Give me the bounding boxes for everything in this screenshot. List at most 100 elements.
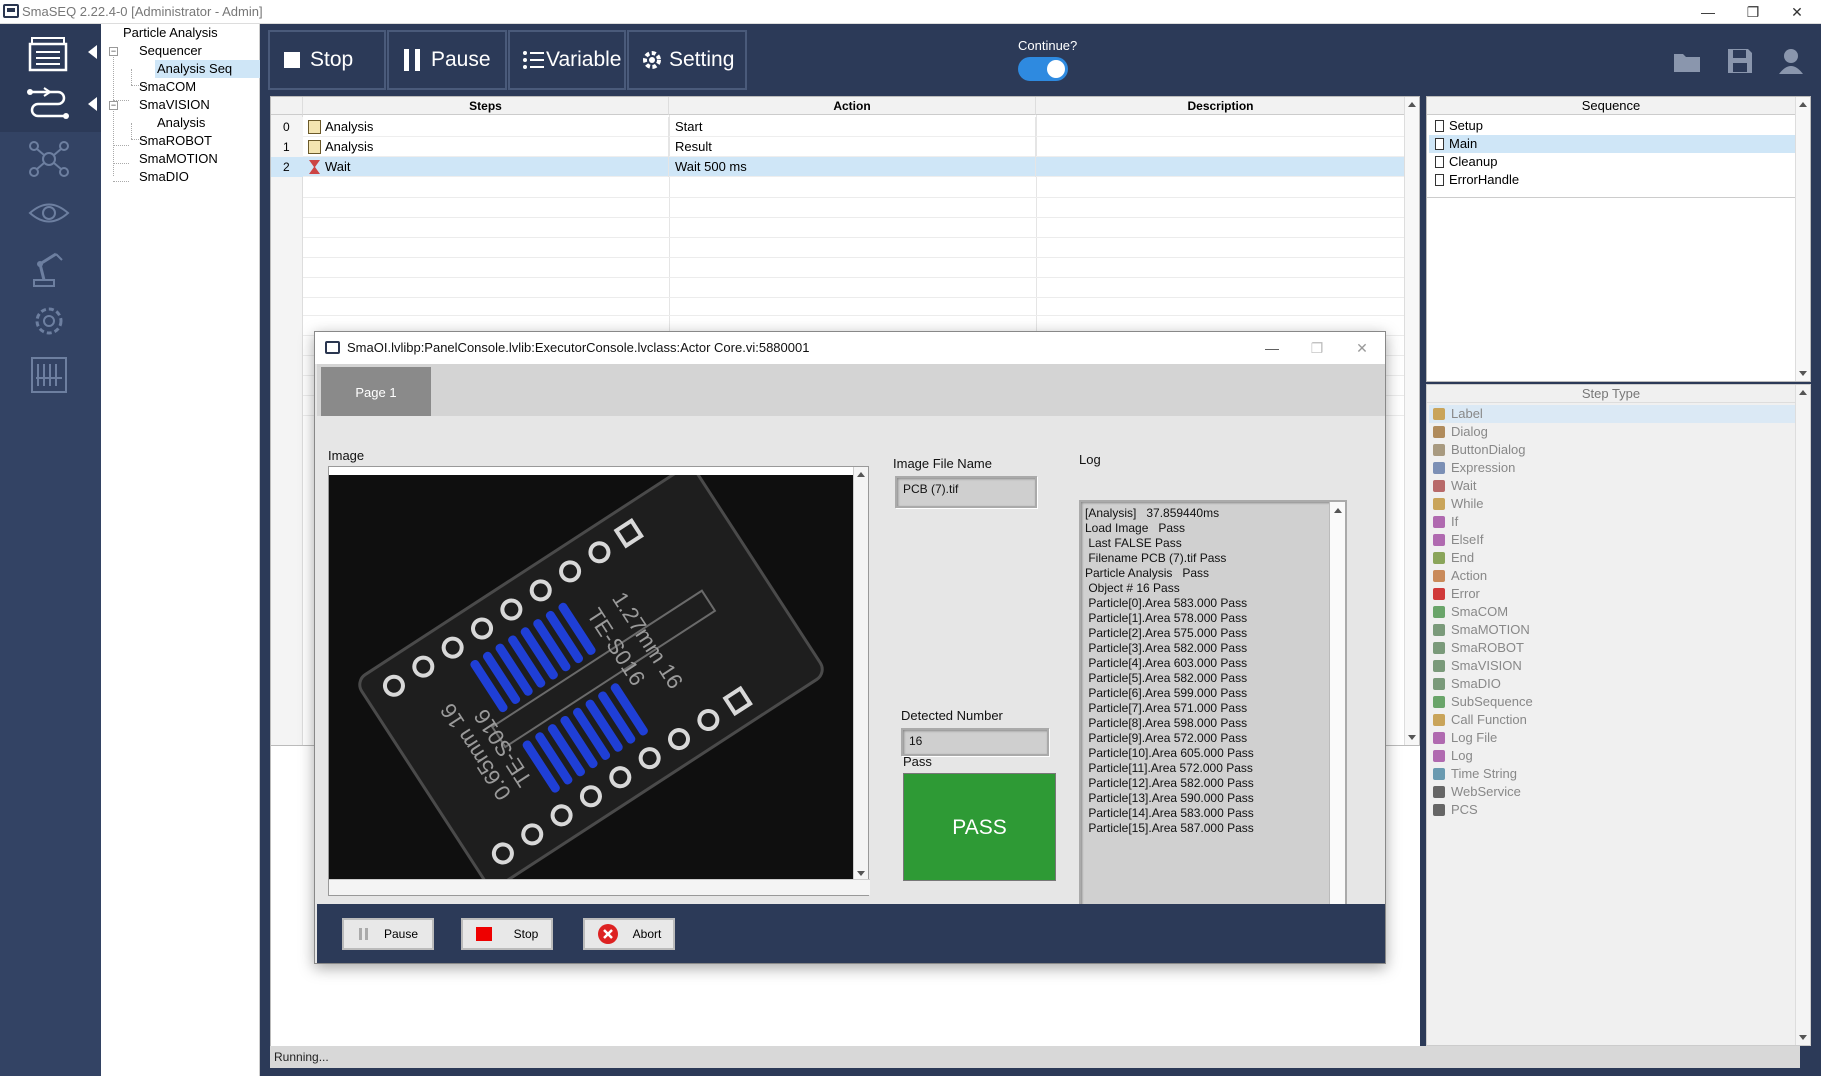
dialog-pause-button[interactable]: Pause	[342, 918, 434, 950]
col-header-steps[interactable]: Steps	[303, 97, 669, 115]
sequence-scrollbar[interactable]	[1795, 97, 1810, 381]
step-type-action[interactable]: Action	[1429, 567, 1795, 585]
network-icon[interactable]	[24, 136, 74, 182]
step-type-while[interactable]: While	[1429, 495, 1795, 513]
tree-node-smacom[interactable]: SmaCOM	[139, 78, 196, 96]
dialog-close-button[interactable]: ✕	[1347, 338, 1377, 358]
log-line: Particle[3].Area 582.000 Pass	[1085, 641, 1248, 655]
dialog-body: Image 1.27mm 16 TE-S016 0.65mm 16 TE-S01…	[317, 416, 1385, 936]
sequence-item-setup[interactable]: Setup	[1429, 117, 1795, 135]
save-icon[interactable]	[1725, 46, 1755, 76]
step-type-smamotion[interactable]: SmaMOTION	[1429, 621, 1795, 639]
dio-board-icon[interactable]	[24, 352, 74, 398]
robot-arm-icon[interactable]	[24, 244, 74, 290]
step-type-icon	[1433, 750, 1445, 762]
image-display[interactable]: 1.27mm 16 TE-S016 0.65mm 16 TE-S016	[328, 466, 870, 896]
log-line: Object # 16 Pass	[1085, 581, 1180, 595]
step-type-end[interactable]: End	[1429, 549, 1795, 567]
restore-button[interactable]: ❐	[1733, 2, 1773, 22]
log-line: Particle[0].Area 583.000 Pass	[1085, 596, 1248, 610]
close-button[interactable]: ✕	[1777, 2, 1817, 22]
pause-button[interactable]: Pause	[387, 30, 507, 90]
step-type-log[interactable]: Log	[1429, 747, 1795, 765]
step-type-dialog[interactable]: Dialog	[1429, 423, 1795, 441]
table-row[interactable]: Analysis Start	[303, 117, 1406, 137]
step-type-expression[interactable]: Expression	[1429, 459, 1795, 477]
step-type-icon	[1433, 480, 1445, 492]
step-type-if[interactable]: If	[1429, 513, 1795, 531]
sequence-flow-icon[interactable]	[24, 82, 74, 128]
stop-button[interactable]: Stop	[268, 30, 386, 90]
log-line: Load Image Pass	[1085, 521, 1186, 535]
step-type-label[interactable]: Label	[1429, 405, 1795, 423]
app-icon	[325, 341, 340, 354]
sequence-item-cleanup[interactable]: Cleanup	[1429, 153, 1795, 171]
step-type-smarobot[interactable]: SmaROBOT	[1429, 639, 1795, 657]
executor-console-dialog: SmaOI.lvlibp:PanelConsole.lvlib:Executor…	[314, 331, 1386, 964]
user-icon[interactable]	[1776, 46, 1806, 76]
col-header-description[interactable]: Description	[1036, 97, 1406, 115]
collapse-icon[interactable]: −	[109, 101, 118, 110]
dialog-maximize-button[interactable]: ❐	[1302, 338, 1332, 358]
image-vertical-scrollbar[interactable]	[853, 467, 868, 881]
row-number: 1	[271, 137, 303, 157]
tree-node-smarobot[interactable]: SmaROBOT	[139, 132, 212, 150]
step-type-pcs[interactable]: PCS	[1429, 801, 1795, 819]
steps-scrollbar[interactable]	[1404, 97, 1419, 745]
tree-node-sequencer[interactable]: Sequencer	[139, 42, 202, 60]
col-header-action[interactable]: Action	[669, 97, 1036, 115]
step-type-elseif[interactable]: ElseIf	[1429, 531, 1795, 549]
hourglass-icon	[309, 160, 320, 180]
image-horizontal-scrollbar[interactable]	[329, 879, 870, 895]
tree-node-smavision[interactable]: SmaVISION	[139, 96, 210, 114]
sequence-item-errorhandle[interactable]: ErrorHandle	[1429, 171, 1795, 189]
folder-panel-icon[interactable]	[24, 32, 74, 78]
continue-toggle[interactable]	[1018, 57, 1068, 81]
step-type-smacom[interactable]: SmaCOM	[1429, 603, 1795, 621]
dialog-stop-button[interactable]: Stop	[461, 918, 553, 950]
step-description	[1036, 157, 1406, 177]
step-type-wait[interactable]: Wait	[1429, 477, 1795, 495]
pcb-image: 1.27mm 16 TE-S016 0.65mm 16 TE-S016	[329, 475, 854, 879]
step-type-log-file[interactable]: Log File	[1429, 729, 1795, 747]
step-type-icon	[1433, 588, 1445, 600]
step-type-webservice[interactable]: WebService	[1429, 783, 1795, 801]
project-tree: Particle Analysis − Sequencer Analysis S…	[101, 24, 260, 1076]
step-type-buttondialog[interactable]: ButtonDialog	[1429, 441, 1795, 459]
step-type-smadio[interactable]: SmaDIO	[1429, 675, 1795, 693]
tree-node-analysis[interactable]: Analysis	[157, 114, 205, 132]
log-line: Particle[14].Area 583.000 Pass	[1085, 806, 1254, 820]
step-type-header: Step Type	[1427, 385, 1795, 403]
open-folder-icon[interactable]	[1672, 46, 1702, 76]
step-action: Start	[669, 117, 1036, 137]
tab-page-1[interactable]: Page 1	[321, 367, 431, 419]
minimize-button[interactable]: —	[1688, 2, 1728, 22]
step-type-error[interactable]: Error	[1429, 585, 1795, 603]
dialog-minimize-button[interactable]: —	[1257, 338, 1287, 358]
step-type-time-string[interactable]: Time String	[1429, 765, 1795, 783]
tree-node-smamotion[interactable]: SmaMOTION	[139, 150, 218, 168]
gear-icon	[641, 49, 663, 71]
step-type-smavision[interactable]: SmaVISION	[1429, 657, 1795, 675]
step-type-call-function[interactable]: Call Function	[1429, 711, 1795, 729]
vision-eye-icon[interactable]	[24, 190, 74, 236]
collapse-icon[interactable]: −	[109, 47, 118, 56]
step-type-icon	[1433, 552, 1445, 564]
variable-button[interactable]: Variable	[508, 30, 626, 90]
log-scrollbar[interactable]	[1329, 502, 1345, 934]
motion-gear-icon[interactable]	[24, 298, 74, 344]
table-row[interactable]: Wait Wait 500 ms	[303, 157, 1406, 177]
tree-node-smadio[interactable]: SmaDIO	[139, 168, 189, 186]
image-label: Image	[328, 448, 365, 463]
step-type-scrollbar[interactable]	[1795, 385, 1810, 1045]
step-action: Wait 500 ms	[669, 157, 1036, 177]
log-box[interactable]: [Analysis] 37.859440ms Load Image Pass La…	[1079, 500, 1347, 936]
sequence-item-main[interactable]: Main	[1429, 135, 1795, 153]
step-type-subsequence[interactable]: SubSequence	[1429, 693, 1795, 711]
step-name: Wait	[325, 159, 351, 174]
tree-node-analysis-seq[interactable]: Analysis Seq	[155, 60, 260, 78]
setting-button[interactable]: Setting	[627, 30, 747, 90]
dialog-abort-button[interactable]: Abort	[583, 918, 675, 950]
tree-node-particle-analysis[interactable]: Particle Analysis	[123, 24, 218, 42]
table-row[interactable]: Analysis Result	[303, 137, 1406, 157]
